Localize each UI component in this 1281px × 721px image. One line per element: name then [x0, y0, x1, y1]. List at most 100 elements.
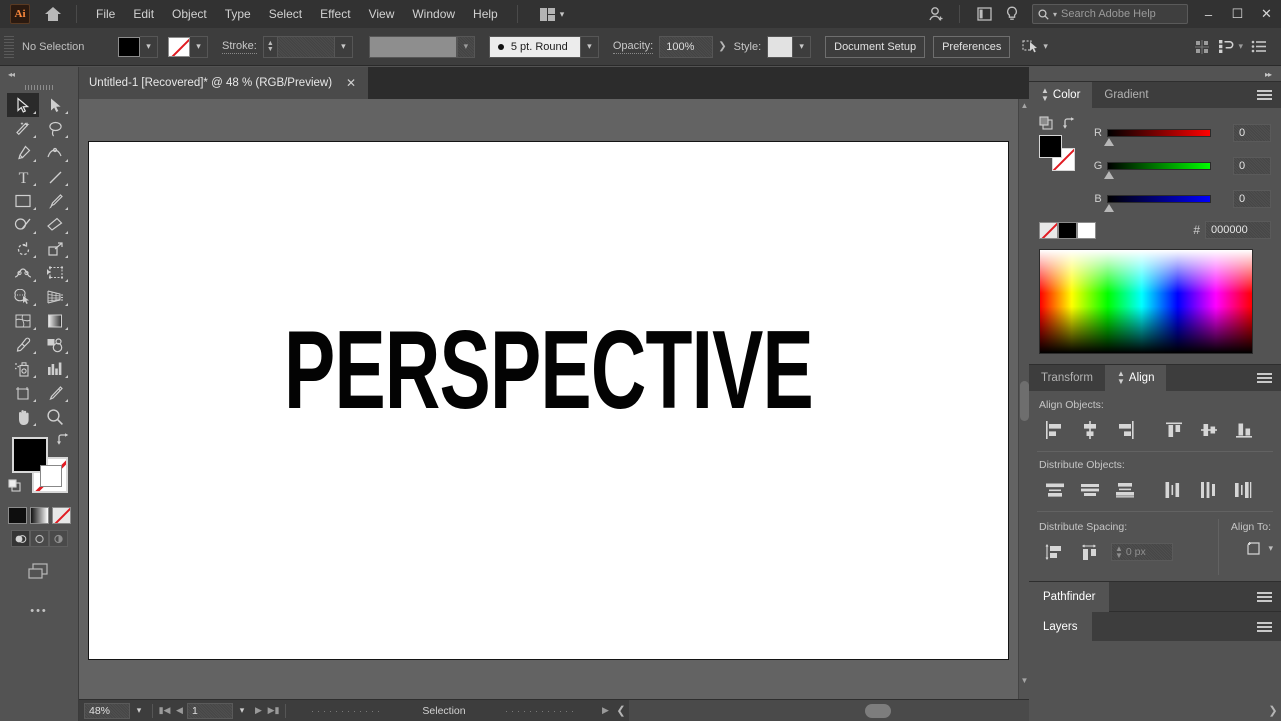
shape-builder-tool[interactable] [7, 285, 39, 309]
swatch-white[interactable] [1077, 221, 1096, 239]
fill-chevron-down-icon[interactable]: ▾ [140, 35, 158, 58]
align-bottom-icon[interactable] [1226, 417, 1261, 443]
distribute-vertical-top-icon[interactable] [1037, 477, 1072, 503]
pathfinder-panel[interactable]: Pathfinder [1029, 581, 1281, 612]
stroke-swatch-none[interactable] [168, 36, 190, 57]
align-to-target-icon[interactable] [1245, 539, 1265, 557]
vertical-distribute-spacing-icon[interactable] [1037, 539, 1072, 565]
align-right-icon[interactable] [1107, 417, 1142, 443]
stroke-color-control[interactable]: ▾ [168, 35, 208, 58]
distribute-horizontal-right-icon[interactable] [1226, 477, 1261, 503]
align-horizontal-center-icon[interactable] [1072, 417, 1107, 443]
artboard-chevron-down-icon[interactable]: ▾ [233, 705, 251, 716]
align-left-icon[interactable] [1037, 417, 1072, 443]
column-graph-tool[interactable] [39, 357, 71, 381]
toolbar-grip[interactable] [0, 81, 78, 93]
align-options-control[interactable]: ▾ [1218, 39, 1243, 54]
red-value-field[interactable]: 0 [1233, 123, 1271, 142]
zoom-level-field[interactable]: 48% [84, 702, 130, 719]
horizontal-distribute-spacing-icon[interactable] [1072, 539, 1107, 565]
stroke-weight-chevron-down-icon[interactable]: ▾ [334, 35, 353, 58]
scroll-right-icon[interactable]: ❯ [1265, 704, 1281, 717]
tab-color[interactable]: ▲ ▼ Color [1029, 82, 1093, 108]
lasso-tool[interactable] [39, 117, 71, 141]
last-artboard-icon[interactable]: ▶▮ [266, 705, 281, 716]
preferences-button[interactable]: Preferences [933, 35, 1011, 58]
menu-edit[interactable]: Edit [124, 2, 163, 26]
spacing-stepper-icon[interactable]: ▲ ▼ [1115, 545, 1123, 560]
align-to-chevron-down-icon[interactable]: ▾ [1268, 543, 1273, 554]
screen-mode-button[interactable] [0, 561, 78, 583]
fill-swatch[interactable] [118, 36, 140, 57]
color-panel-menu-icon[interactable] [1248, 82, 1281, 108]
layers-panel-menu-icon[interactable] [1248, 620, 1281, 634]
tab-align[interactable]: ▲ ▼ Align [1104, 365, 1167, 391]
line-segment-tool[interactable] [39, 165, 71, 189]
blend-tool[interactable] [39, 333, 71, 357]
minimize-button[interactable]: – [1194, 0, 1223, 28]
status-expand-icon[interactable]: ▶ [598, 705, 613, 716]
draw-normal-mode[interactable] [10, 530, 30, 547]
artwork-text[interactable]: PERSPECTIVE [181, 315, 916, 426]
paintbrush-tool[interactable] [39, 189, 71, 213]
menu-effect[interactable]: Effect [311, 2, 359, 26]
default-fill-stroke-icon[interactable] [8, 479, 23, 497]
menu-view[interactable]: View [360, 2, 404, 26]
rotate-tool[interactable] [7, 237, 39, 261]
maximize-button[interactable]: ☐ [1223, 0, 1252, 28]
pen-tool[interactable] [7, 141, 39, 165]
align-panel-menu-icon[interactable] [1248, 365, 1281, 391]
menu-file[interactable]: File [87, 2, 124, 26]
eraser-tool[interactable] [39, 213, 71, 237]
tab-pathfinder[interactable]: Pathfinder [1029, 581, 1110, 612]
eyedropper-tool[interactable] [7, 333, 39, 357]
tab-gradient[interactable]: Gradient [1092, 82, 1161, 108]
document-tab[interactable]: Untitled-1 [Recovered]* @ 48 % (RGB/Prev… [79, 67, 370, 99]
none-mode[interactable] [51, 507, 71, 524]
close-button[interactable]: ✕ [1252, 0, 1281, 28]
red-slider[interactable] [1104, 128, 1211, 146]
magic-wand-tool[interactable] [7, 117, 39, 141]
edit-toolbar-more-icon[interactable]: ••• [0, 605, 78, 617]
dock-expand-icon[interactable]: ▸▸ [1029, 67, 1281, 81]
brush-definition-field[interactable]: 5 pt. Round [488, 35, 581, 58]
horizontal-scroll-thumb[interactable] [865, 703, 891, 718]
pathfinder-panel-menu-icon[interactable] [1248, 590, 1281, 604]
rectangle-tool[interactable] [7, 189, 39, 213]
workspace-switcher-icon[interactable] [970, 0, 998, 28]
draw-behind-mode[interactable] [29, 530, 49, 547]
opacity-field[interactable]: 100% [659, 35, 714, 58]
align-chevron-down-icon[interactable]: ▾ [1238, 41, 1243, 52]
free-transform-tool[interactable] [39, 261, 71, 285]
gradient-mode[interactable] [29, 507, 49, 524]
menu-object[interactable]: Object [163, 2, 216, 26]
hex-value-field[interactable]: 000000 [1205, 221, 1271, 239]
next-artboard-icon[interactable]: ▶ [251, 705, 266, 716]
swatch-none[interactable] [1039, 221, 1058, 239]
distribute-horizontal-center-icon[interactable] [1191, 477, 1226, 503]
stroke-weight-control[interactable]: ▲ ▼ ▾ [262, 35, 353, 58]
toolbar-collapse-icon[interactable]: ◂◂ [0, 67, 78, 81]
status-indicator[interactable]: Selection [294, 703, 594, 719]
scroll-left-icon[interactable]: ❮ [613, 704, 629, 717]
layers-panel[interactable]: Layers [1029, 611, 1281, 642]
hand-tool[interactable] [7, 405, 39, 429]
draw-inside-mode[interactable] [48, 530, 68, 547]
shaper-tool[interactable] [7, 213, 39, 237]
tab-transform[interactable]: Transform [1029, 365, 1105, 391]
direct-selection-tool[interactable] [39, 93, 71, 117]
canvas-vertical-scrollbar[interactable]: ▲ ▼ [1018, 99, 1029, 699]
brush-definition-control[interactable]: 5 pt. Round ▾ [488, 35, 599, 58]
blue-value-field[interactable]: 0 [1233, 189, 1271, 208]
control-bar-grip[interactable] [4, 35, 14, 58]
mesh-tool[interactable] [7, 309, 39, 333]
zoom-chevron-down-icon[interactable]: ▾ [130, 705, 148, 716]
select-similar-control[interactable]: ▾ [1022, 39, 1048, 54]
blue-slider[interactable] [1104, 194, 1211, 212]
artboard[interactable]: PERSPECTIVE [88, 141, 1009, 660]
perspective-grid-tool[interactable] [39, 285, 71, 309]
color-mode-black[interactable] [7, 507, 27, 524]
curvature-tool[interactable] [39, 141, 71, 165]
transform-anchor-icon[interactable] [1188, 33, 1216, 61]
select-similar-chevron-down-icon[interactable]: ▾ [1043, 41, 1048, 52]
